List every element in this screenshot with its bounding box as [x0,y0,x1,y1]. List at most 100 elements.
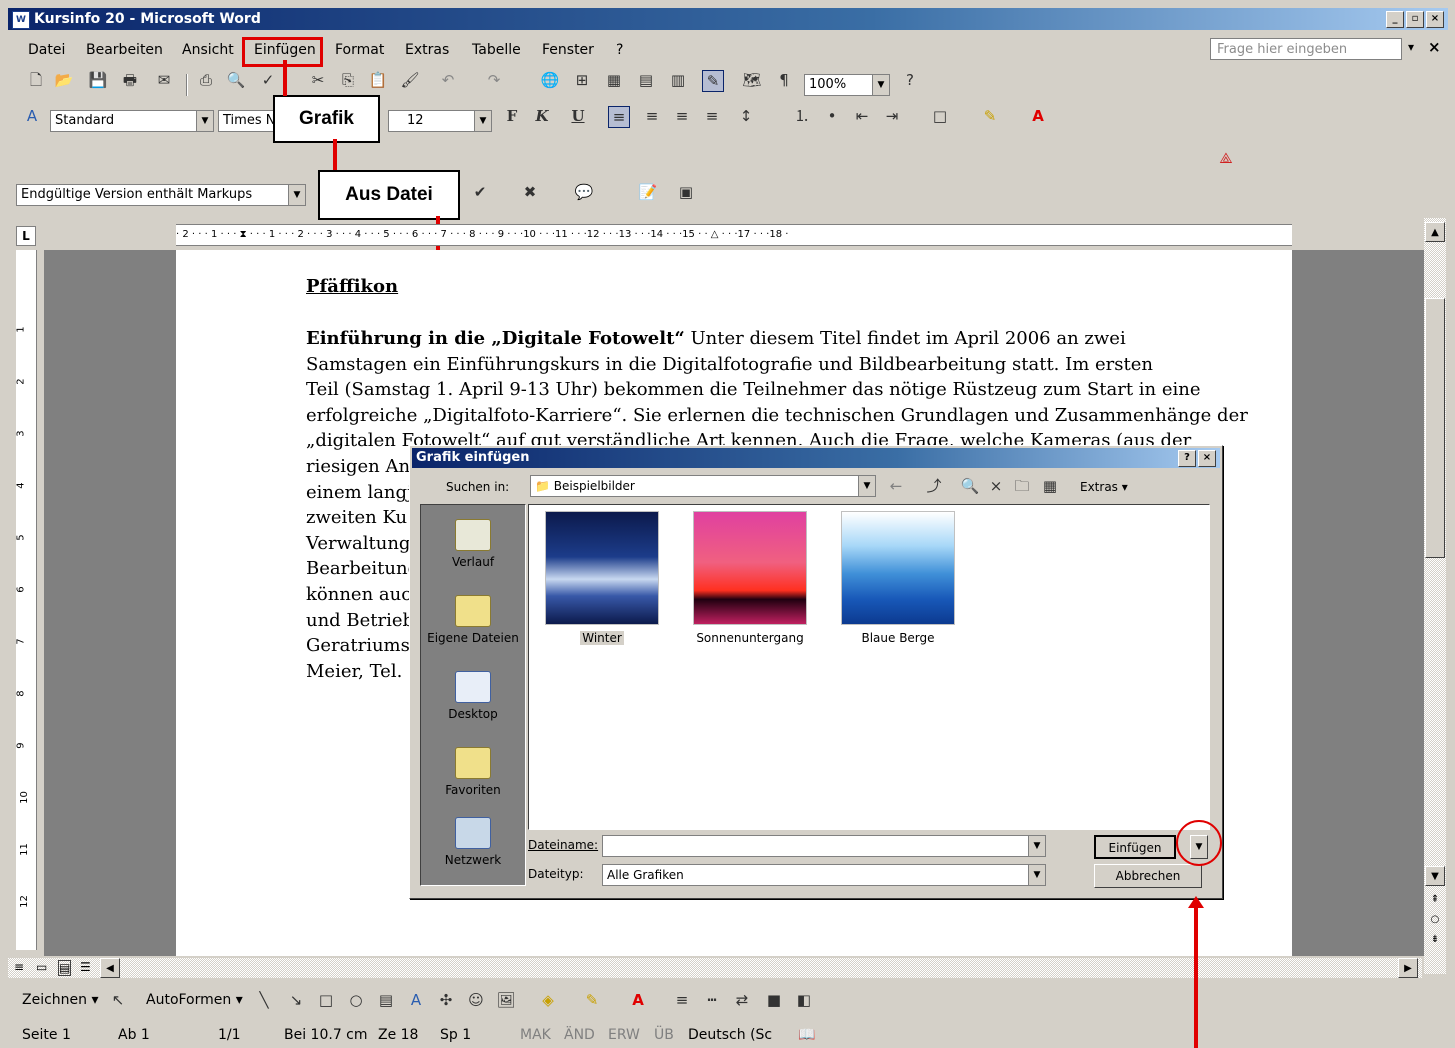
file-item-winter[interactable]: Winter [545,511,659,645]
line-style-icon[interactable]: ≡ [672,990,692,1010]
pilcrow-icon[interactable]: ¶ [774,70,794,90]
filetype-select[interactable]: Alle Grafiken ▼ [602,864,1046,886]
menu-extras[interactable]: Extras [405,42,449,58]
filename-input[interactable]: ▼ [602,835,1046,857]
word-app-icon[interactable]: W [12,11,30,29]
dialog-help-button[interactable]: ? [1178,450,1196,467]
print-layout-icon[interactable]: ▤ [58,960,72,976]
document-map-icon[interactable]: 🗺 [742,70,762,90]
place-my-documents[interactable]: Eigene Dateien [421,595,525,645]
underline-button[interactable]: U [568,106,588,126]
spelling-status-icon[interactable]: 📖 [798,1022,815,1048]
browse-object-icon[interactable]: ○ [1425,910,1445,930]
line-icon[interactable]: ╲ [254,990,274,1010]
print-icon[interactable]: ⎙ [196,70,216,90]
reviewing-pane-icon[interactable]: ▣ [676,182,696,202]
place-history[interactable]: Verlauf [421,519,525,569]
ask-question-box[interactable]: Frage hier eingeben [1210,38,1402,60]
chevron-down-icon[interactable]: ▼ [196,111,213,131]
fill-color-icon[interactable]: ◈ [538,990,558,1010]
bullets-icon[interactable]: • [822,106,842,126]
menu-help[interactable]: ? [616,42,623,58]
insert-picture-icon[interactable]: 🖼 [496,990,516,1010]
bold-button[interactable]: F [502,106,522,126]
3d-icon[interactable]: ◧ [794,990,814,1010]
place-desktop[interactable]: Desktop [421,671,525,721]
draw-menu[interactable]: Zeichnen ▾ [22,992,99,1008]
open-icon[interactable]: 📂 [54,70,74,90]
tables-borders-icon[interactable]: ⊞ [572,70,592,90]
acrobat-icon[interactable]: ⟁ [1216,148,1236,168]
cut-icon[interactable]: ✂ [308,70,328,90]
align-right-icon[interactable]: ≡ [672,106,692,126]
menu-ansicht[interactable]: Ansicht [182,42,234,58]
delete-icon[interactable]: × [986,476,1006,496]
menu-format[interactable]: Format [335,42,384,58]
chevron-down-icon[interactable]: ▼ [858,476,875,496]
autoshapes-menu[interactable]: AutoFormen ▾ [146,992,243,1008]
close-button[interactable]: × [1426,11,1444,28]
chevron-down-icon[interactable]: ▼ [1028,865,1045,885]
next-page-icon[interactable]: ⇟ [1425,930,1445,950]
dialog-close-button[interactable]: × [1198,450,1216,467]
justify-icon[interactable]: ≡ [702,106,722,126]
look-in-select[interactable]: 📁 Beispielbilder ▼ [530,475,876,497]
arrow-style-icon[interactable]: ⇄ [732,990,752,1010]
columns-icon[interactable]: ▥ [668,70,688,90]
wordart-icon[interactable]: A [406,990,426,1010]
arrow-icon[interactable]: ↘ [286,990,306,1010]
menu-fenster[interactable]: Fenster [542,42,594,58]
maximize-button[interactable]: ▫ [1406,11,1424,28]
status-aend[interactable]: ÄND [564,1022,595,1048]
numbering-icon[interactable]: ⒈ [792,106,812,126]
cancel-button[interactable]: Abbrechen [1094,864,1202,888]
italic-button[interactable]: K [532,106,552,126]
select-pointer-icon[interactable]: ↖ [108,990,128,1010]
web-view-icon[interactable]: ▭ [36,960,47,974]
scroll-right-icon[interactable]: ▶ [1398,958,1418,978]
normal-view-icon[interactable]: ≡ [14,960,24,974]
print-preview-icon[interactable]: 🔍 [226,70,246,90]
oval-icon[interactable]: ○ [346,990,366,1010]
redo-icon[interactable]: ↷ [484,70,504,90]
permission-icon[interactable]: 🖶 [120,70,140,90]
highlight-icon[interactable]: ✎ [980,106,1000,126]
new-comment-icon[interactable]: 💬 [574,182,594,202]
new-folder-icon[interactable]: 🗀 [1012,476,1032,496]
new-doc-icon[interactable]: 🗋 [26,70,46,90]
hyperlink-icon[interactable]: 🌐 [540,70,560,90]
chevron-down-icon[interactable]: ▼ [288,185,305,205]
chevron-down-icon[interactable]: ▼ [1028,836,1045,856]
insert-excel-icon[interactable]: ▤ [636,70,656,90]
decrease-indent-icon[interactable]: ⇤ [852,106,872,126]
outline-view-icon[interactable]: ☰ [80,960,91,974]
scroll-left-icon[interactable]: ◀ [100,958,120,978]
reject-change-icon[interactable]: ✖ [520,182,540,202]
extras-menu[interactable]: Extras ▾ [1080,480,1128,494]
place-network[interactable]: Netzwerk [421,817,525,867]
align-left-icon[interactable]: ≡ [608,106,630,128]
search-web-icon[interactable]: 🔍 [960,476,980,496]
help-icon[interactable]: ? [900,70,920,90]
borders-icon[interactable]: □ [930,106,950,126]
styles-pane-icon[interactable]: A [22,106,42,126]
horizontal-ruler[interactable]: · 2 · · · 1 · · · ⧗ · · · 1 · · · 2 · · … [176,224,1292,246]
save-icon[interactable]: 💾 [88,70,108,90]
file-item-sunset[interactable]: Sonnenuntergang [693,511,807,645]
track-changes-icon[interactable]: 📝 [638,182,658,202]
back-icon[interactable]: ← [886,476,906,496]
markup-select[interactable]: Endgültige Version enthält Markups ▼ [16,184,306,206]
status-mak[interactable]: MAK [520,1022,551,1048]
scroll-thumb[interactable] [1425,298,1445,558]
previous-page-icon[interactable]: ⇞ [1425,890,1445,910]
dash-style-icon[interactable]: ┅ [702,990,722,1010]
tab-selector[interactable]: L [16,226,36,246]
style-select[interactable]: Standard ▼ [50,110,214,132]
menu-datei[interactable]: Datei [28,42,65,58]
format-painter-icon[interactable]: 🖌 [400,70,420,90]
minimize-button[interactable]: _ [1386,11,1404,28]
align-center-icon[interactable]: ≡ [642,106,662,126]
copy-icon[interactable]: ⎘ [338,70,358,90]
views-icon[interactable]: ▦ [1040,476,1060,496]
textbox-icon[interactable]: ▤ [376,990,396,1010]
